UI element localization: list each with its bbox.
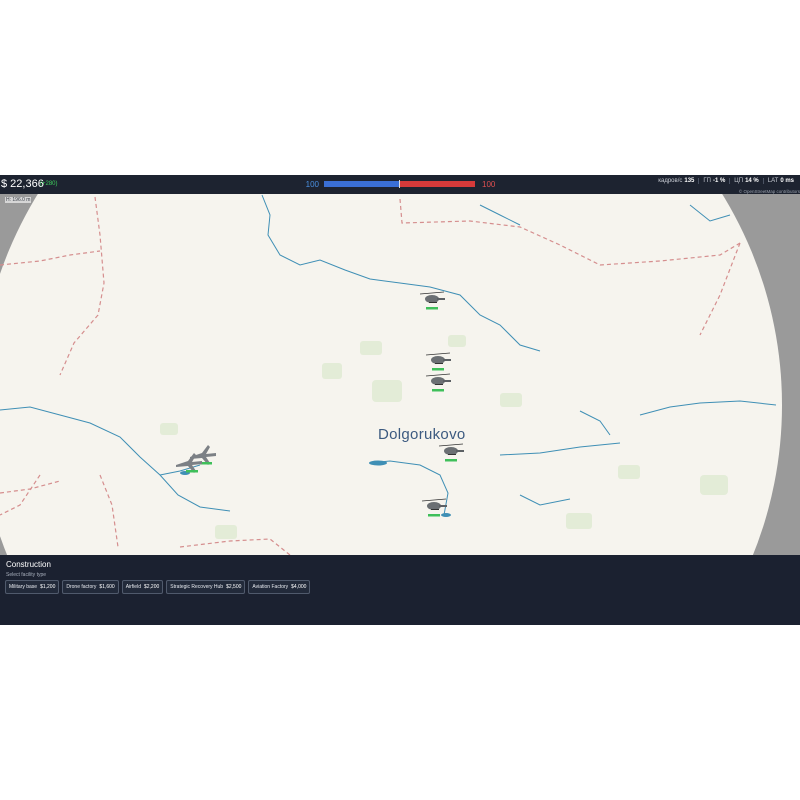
helicopter-icon[interactable] xyxy=(420,497,448,524)
facility-buttons: Military base $1,200 Drone factory $1,600 … xyxy=(5,580,311,594)
balance-bar-blue xyxy=(324,181,400,187)
top-hud: $ 22,366 (+280) 100 100 кадров/с 135 ГП -1… xyxy=(0,175,800,194)
balance-bar-marker xyxy=(399,180,400,188)
balance-bar xyxy=(324,180,475,188)
military-base-button[interactable]: Military base $1,200 xyxy=(5,580,60,594)
construction-panel: Construction Select facility type Milita… xyxy=(0,555,800,625)
helicopter-icon[interactable] xyxy=(437,442,465,469)
drone-factory-button[interactable]: Drone factory $1,600 xyxy=(62,580,119,594)
jet-icon[interactable] xyxy=(174,451,204,480)
altitude-readout: H: 196.0 m xyxy=(5,197,32,203)
money-display: $ 22,366 xyxy=(1,178,44,190)
income-display: (+280) xyxy=(40,181,58,187)
performance-stats: кадров/с 135 ГП -1 % ЦП 14 % LAT 0 ms xyxy=(654,178,794,184)
helicopter-icon[interactable] xyxy=(424,372,452,399)
stat-gpu: ГП -1 % xyxy=(699,178,731,184)
stat-latency: LAT 0 ms xyxy=(767,178,794,184)
map-attribution[interactable]: © OpenStreetMap contributors xyxy=(739,189,800,194)
strategic-recovery-hub-button[interactable]: Strategic Recovery Hub $2,500 xyxy=(166,580,246,594)
red-score: 100 xyxy=(482,180,496,189)
stat-cpu: ЦП 14 % xyxy=(730,178,764,184)
blue-score: 100 xyxy=(305,180,319,189)
city-label: Dolgorukovo xyxy=(378,426,466,443)
airfield-button[interactable]: Airfield $2,200 xyxy=(121,580,164,594)
game-view[interactable]: Dolgorukovo H: 196.0 m $ 22,366 (+280) 1… xyxy=(0,175,800,625)
helicopter-icon[interactable] xyxy=(418,290,446,317)
panel-subtitle: Select facility type xyxy=(6,572,47,578)
panel-title: Construction xyxy=(6,560,51,569)
stat-fps: кадров/с 135 xyxy=(654,178,700,184)
aviation-factory-button[interactable]: Aviation Factory $4,000 xyxy=(248,580,311,594)
